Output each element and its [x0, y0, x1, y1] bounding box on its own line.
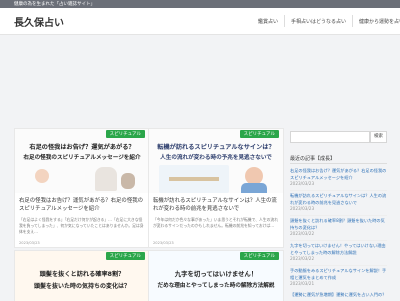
article-thumbnail-1[interactable]: スピリチュアル 右足の怪我はお告げ？運気があがる？ 右足の怪我のスピリチュアルメ… — [15, 129, 149, 193]
site-header: 長久保占い 鑑賞占い 手相占いはどうなる占い 健康から運勢を占い — [0, 8, 400, 35]
recent-post-item[interactable]: 右足の怪我はお告げ？運気があがる？右足の怪我のスピリチュアルメッセージを紹介 2… — [290, 168, 387, 188]
article-card-2[interactable]: スピリチュアル 転機が訪れるスピリチュアルなサインは？ 人生の流れが変わる時の予… — [148, 128, 284, 248]
article-thumbnail-4[interactable]: スピリチュアル 九字を切ってはいけません！ だめな理由とやってしまった時の解除方… — [149, 251, 283, 301]
illustration-figure-icon — [121, 173, 135, 189]
thumbnail-headline: 右足の怪我はお告げ？運気があがる？ — [29, 144, 135, 151]
divider — [290, 190, 387, 191]
recent-post-item[interactable]: 【運勢に運気が急増期】運勢に運気を占い入門の？ — [290, 292, 387, 298]
recent-posts-heading: 最近の記事【成長】 — [290, 156, 336, 162]
thumbnail-headline: 九字を切ってはいけません！ — [174, 270, 258, 278]
illustration-road-icon — [169, 177, 219, 181]
category-badge[interactable]: スピリチュアル — [105, 252, 145, 260]
illustration-figure-icon — [95, 167, 117, 191]
illustration-figure-icon — [241, 183, 267, 193]
divider — [290, 215, 387, 216]
recent-post-date: 2023/03/23 — [290, 206, 315, 211]
category-badge[interactable]: スピリチュアル — [105, 130, 145, 138]
divider — [290, 240, 387, 241]
thumbnail-headline: 転機が訪れるスピリチュアルなサインは？ — [157, 144, 275, 151]
recent-post-date: 2023/03/22 — [290, 256, 315, 261]
thumbnail-subheadline: 人生の流れが変わる時の予兆を見逃さないで — [160, 155, 272, 161]
article-title-2[interactable]: 転機が訪れるスピリチュアルなサインは？人生の流れが変わる時の前兆を見逃さないで — [153, 197, 279, 213]
article-excerpt-1: 「右足はよく怪我をする」「右足だけ何かが起きる」…「右足に大きな怪我を負ってしま… — [19, 217, 144, 234]
top-announcement-text: 健康の為を生まれた「占い雑誌サイト」 — [14, 2, 95, 7]
nav-item-2[interactable]: 手相占いはどうなる占い — [284, 15, 352, 27]
article-date-1: 2023/03/23 — [19, 241, 40, 245]
site-title[interactable]: 長久保占い — [14, 14, 64, 29]
article-thumbnail-3[interactable]: スピリチュアル 頭髪を抜くと訪れる確率8割？ 頭髪を抜いた時の気持ちの変化は？ — [15, 251, 149, 301]
thumbnail-subheadline: 右足の怪我のスピリチュアルメッセージを紹介 — [23, 155, 141, 161]
recent-post-item[interactable]: 手の動脈をみるスピリチュアルなサインを解説！手相と運気をまとめて作成 2023/… — [290, 268, 387, 288]
search-input[interactable] — [290, 131, 370, 143]
illustration-person-icon — [35, 169, 49, 183]
article-card-1[interactable]: スピリチュアル 右足の怪我はお告げ？運気があがる？ 右足の怪我のスピリチュアルメ… — [14, 128, 150, 248]
recent-post-item[interactable]: 九字を切ってはいけません！やってはいけない理由とやってしまった時の解除方法解説 … — [290, 243, 387, 263]
article-card-3[interactable]: スピリチュアル 頭髪を抜くと訪れる確率8割？ 頭髪を抜いた時の気持ちの変化は？ — [14, 250, 150, 301]
recent-post-title[interactable]: 九字を切ってはいけません！やってはいけない理由とやってしまった時の解除方法解説 — [290, 243, 386, 255]
top-announcement-bar: 健康の為を生まれた「占い雑誌サイト」 — [0, 0, 400, 8]
recent-post-title[interactable]: 手の動脈をみるスピリチュアルなサインを解説！手相と運気をまとめて作成 — [290, 268, 386, 280]
article-thumbnail-2[interactable]: スピリチュアル 転機が訪れるスピリチュアルなサインは？ 人生の流れが変わる時の予… — [149, 129, 283, 193]
global-nav: 鑑賞占い 手相占いはどうなる占い 健康から運勢を占い — [252, 15, 400, 27]
category-badge[interactable]: スピリチュアル — [239, 130, 279, 138]
divider — [290, 163, 387, 164]
category-badge[interactable]: スピリチュアル — [239, 252, 279, 260]
article-date-2: 2023/03/23 — [153, 241, 174, 245]
thumbnail-subheadline: 頭髪を抜いた時の気持ちの変化は？ — [33, 283, 130, 290]
recent-post-item[interactable]: 頭髪を抜くと訪れる確率8割？頭髪を抜いた時の気持ちの変化は？ 2023/03/2… — [290, 218, 387, 238]
divider — [290, 265, 387, 266]
recent-post-item[interactable]: 転機が訪れるスピリチュアルなサインは？人生の流れが変わる時の前兆を見逃さないで … — [290, 193, 387, 213]
recent-post-title[interactable]: 右足の怪我はお告げ？運気があがる？右足の怪我のスピリチュアルメッセージを紹介 — [290, 168, 386, 180]
search-button[interactable]: 検索 — [370, 131, 387, 143]
nav-item-1[interactable]: 鑑賞占い — [252, 15, 284, 27]
recent-post-date: 2023/03/22 — [290, 231, 315, 236]
article-title-1[interactable]: 右足の怪我はお告げ？運気があがる？右足の怪我のスピリチュアルメッセージを紹介 — [19, 197, 145, 213]
thumbnail-subheadline: だめな理由とやってしまった時の解除方法解説 — [157, 283, 275, 289]
recent-post-title[interactable]: 転機が訪れるスピリチュアルなサインは？人生の流れが変わる時の前兆を見逃さないで — [290, 193, 386, 205]
nav-item-3[interactable]: 健康から運勢を占い — [352, 15, 400, 27]
article-excerpt-2: 「今年は何だか色々な事があった」いま思うとそれが転機で、人生の流れが変わるサイン… — [153, 217, 279, 228]
recent-post-date: 2023/03/21 — [290, 281, 315, 286]
article-card-4[interactable]: スピリチュアル 九字を切ってはいけません！ だめな理由とやってしまった時の解除方… — [148, 250, 284, 301]
recent-post-title[interactable]: 頭髪を抜くと訪れる確率8割？頭髪を抜いた時の気持ちの変化は？ — [290, 218, 385, 230]
recent-post-date: 2023/03/23 — [290, 181, 315, 186]
thumbnail-headline: 頭髪を抜くと訪れる確率8割？ — [39, 271, 125, 278]
